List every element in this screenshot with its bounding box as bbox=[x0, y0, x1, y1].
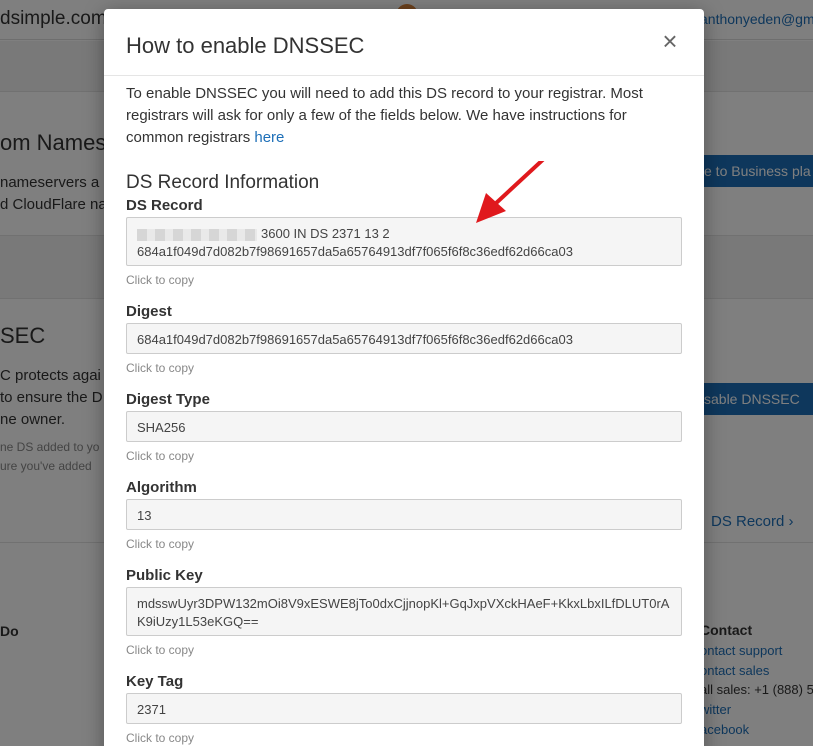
registrar-instructions-link[interactable]: here bbox=[254, 129, 284, 146]
redacted-domain bbox=[137, 228, 257, 241]
modal-title: How to enable DNSSEC bbox=[126, 33, 365, 58]
digest-value: 684a1f049d7d082b7f98691657da5a65764913df… bbox=[137, 332, 573, 347]
copy-hint[interactable]: Click to copy bbox=[126, 731, 194, 745]
copy-hint[interactable]: Click to copy bbox=[126, 537, 194, 551]
ds-record-field[interactable]: 3600 IN DS 2371 13 2 684a1f049d7d082b7f9… bbox=[126, 217, 682, 266]
copy-hint[interactable]: Click to copy bbox=[126, 273, 194, 287]
algorithm-field[interactable]: 13 bbox=[126, 499, 682, 530]
copy-hint[interactable]: Click to copy bbox=[126, 361, 194, 375]
ds-record-value-line2: 684a1f049d7d082b7f98691657da5a65764913df… bbox=[137, 244, 573, 259]
key-tag-label: Key Tag bbox=[126, 673, 184, 690]
dnssec-modal: How to enable DNSSEC × To enable DNSSEC … bbox=[104, 9, 704, 746]
public-key-value: mdsswUyr3DPW132mOi8V9xESWE8jTo0dxCjjnopK… bbox=[137, 596, 670, 629]
ds-record-label: DS Record bbox=[126, 197, 203, 214]
digest-label: Digest bbox=[126, 303, 172, 320]
algorithm-value: 13 bbox=[137, 508, 152, 523]
section-title: DS Record Information bbox=[126, 172, 320, 193]
public-key-field[interactable]: mdsswUyr3DPW132mOi8V9xESWE8jTo0dxCjjnopK… bbox=[126, 587, 682, 636]
key-tag-value: 2371 bbox=[137, 702, 166, 717]
copy-hint[interactable]: Click to copy bbox=[126, 449, 194, 463]
digest-type-value: SHA256 bbox=[137, 420, 186, 435]
ds-record-value: 3600 IN DS 2371 13 2 bbox=[261, 226, 390, 241]
modal-divider bbox=[104, 75, 704, 76]
modal-intro: To enable DNSSEC you will need to add th… bbox=[126, 83, 681, 149]
digest-field[interactable]: 684a1f049d7d082b7f98691657da5a65764913df… bbox=[126, 323, 682, 354]
annotation-arrow-icon bbox=[476, 161, 545, 223]
copy-hint[interactable]: Click to copy bbox=[126, 643, 194, 657]
algorithm-label: Algorithm bbox=[126, 479, 197, 496]
close-icon[interactable]: × bbox=[659, 28, 681, 54]
public-key-label: Public Key bbox=[126, 567, 203, 584]
intro-text: To enable DNSSEC you will need to add th… bbox=[126, 85, 643, 146]
digest-type-field[interactable]: SHA256 bbox=[126, 411, 682, 442]
key-tag-field[interactable]: 2371 bbox=[126, 693, 682, 724]
digest-type-label: Digest Type bbox=[126, 391, 210, 408]
arrow-shaft bbox=[492, 161, 545, 207]
